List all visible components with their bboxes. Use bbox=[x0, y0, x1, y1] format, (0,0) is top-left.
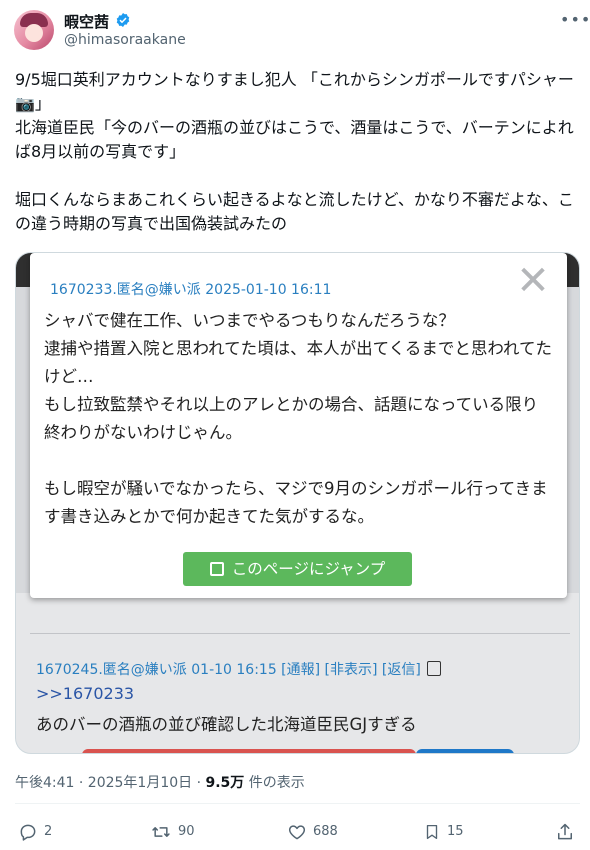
bookmark-icon bbox=[426, 824, 438, 840]
share-button[interactable] bbox=[555, 822, 575, 842]
copy-icon bbox=[426, 661, 441, 676]
external-link-icon bbox=[209, 562, 224, 576]
share-icon bbox=[558, 823, 572, 840]
repost-button[interactable]: 90 bbox=[150, 822, 195, 842]
jump-to-page-button[interactable]: このページにジャンプ bbox=[183, 552, 412, 586]
tweet-meta: 午後4:41 · 2025年1月10日 · 9.5万 件の表示 bbox=[15, 772, 305, 792]
image-divider bbox=[30, 633, 570, 634]
like-count: 688 bbox=[313, 824, 338, 839]
image-bottom-strip-blue bbox=[416, 749, 514, 753]
jump-button-label: このページにジャンプ bbox=[231, 560, 386, 578]
popup-post-header: 1670233.匿名@嫌い派 2025-01-10 16:11 bbox=[50, 282, 332, 298]
action-bar: 2 90 688 15 bbox=[0, 812, 590, 850]
popup-post-body: シャバで健在工作、いつまでやるつもりなんだろうな？ 逮捕や措置入院と思われてた頃… bbox=[44, 311, 553, 526]
close-icon[interactable]: ✕ bbox=[513, 261, 553, 301]
repost-count: 90 bbox=[178, 824, 195, 839]
views-count: 9.5万 bbox=[205, 775, 245, 791]
reply-header-text: 1670245.匿名@嫌い派 01-10 16:15 [通報] [非表示] [返… bbox=[36, 662, 421, 678]
reply-count: 2 bbox=[44, 824, 53, 839]
avatar[interactable] bbox=[14, 10, 54, 50]
reply-anchor-link: >>1670233 bbox=[36, 684, 135, 703]
bookmark-button[interactable]: 15 bbox=[423, 822, 464, 842]
verified-badge-icon bbox=[116, 13, 130, 27]
reply-button[interactable]: 2 bbox=[18, 822, 52, 842]
actions-divider bbox=[15, 803, 580, 804]
quoted-post-popup: 1670233.匿名@嫌い派 2025-01-10 16:11 ✕ シャバで健在… bbox=[30, 253, 567, 598]
author-display-name[interactable]: 暇空茜 bbox=[64, 11, 109, 32]
image-bottom-strip-red bbox=[82, 749, 416, 753]
like-button[interactable]: 688 bbox=[287, 822, 338, 842]
reply-post-text: あのバーの酒瓶の並び確認した北海道臣民GJすぎる bbox=[36, 715, 417, 734]
more-options-icon[interactable]: ••• bbox=[560, 10, 590, 29]
repost-icon bbox=[152, 827, 170, 837]
reply-post-header: 1670245.匿名@嫌い派 01-10 16:15 [通報] [非表示] [返… bbox=[36, 659, 441, 679]
avatar-face bbox=[25, 24, 43, 42]
post-timestamp[interactable]: 午後4:41 · 2025年1月10日 · bbox=[15, 775, 206, 791]
views-label: 件の表示 bbox=[244, 775, 305, 791]
tweet-text: 9/5堀口英利アカウントなりすまし犯人 「これからシンガポールですパシャー📷」 … bbox=[15, 70, 574, 233]
bookmark-count: 15 bbox=[447, 824, 464, 839]
author-handle[interactable]: @himasoraakane bbox=[64, 32, 186, 48]
tweet-image[interactable]: 1670233.匿名@嫌い派 2025-01-10 16:11 ✕ シャバで健在… bbox=[15, 252, 580, 754]
tweet-header: 暇空茜 @himasoraakane ••• bbox=[0, 0, 590, 60]
reply-icon bbox=[20, 824, 36, 841]
heart-icon bbox=[288, 825, 306, 840]
